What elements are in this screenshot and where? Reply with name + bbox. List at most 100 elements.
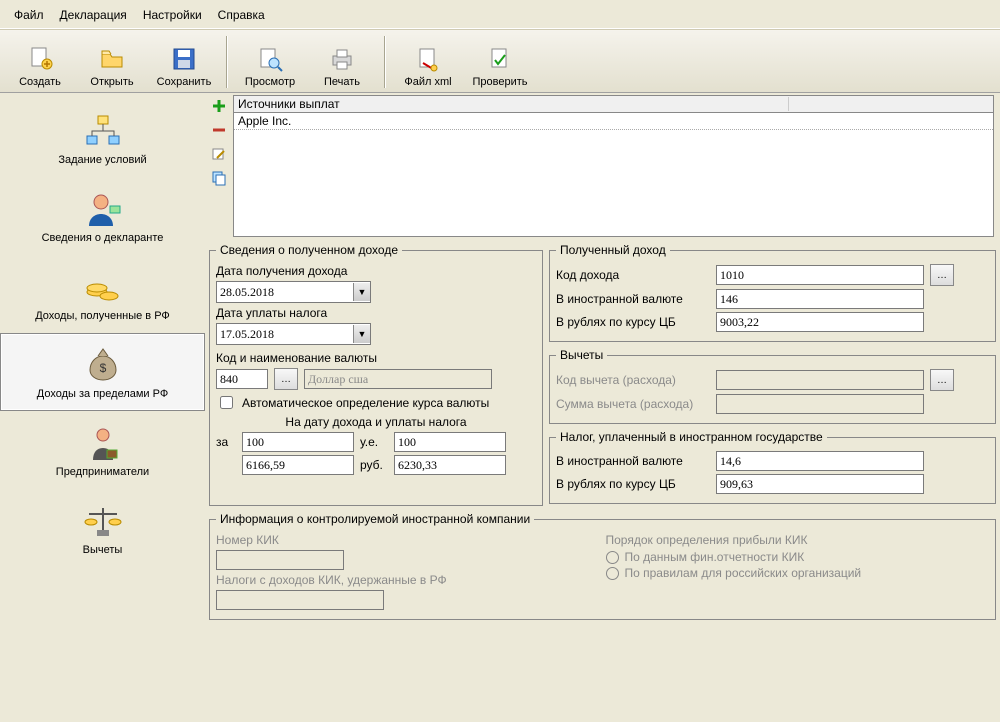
kik-tax-label: Налоги с доходов КИК, удержанные в РФ [216,573,447,587]
ye-label: у.е. [360,435,388,449]
create-label: Создать [19,76,61,88]
rate1a-input[interactable] [242,432,354,452]
scales-icon [83,496,123,540]
deduct-sum-label: Сумма вычета (расхода) [556,397,710,411]
dropdown-icon[interactable]: ▼ [353,325,370,343]
deductions-legend: Вычеты [556,348,607,362]
copy-source-button[interactable] [210,169,228,187]
kik-order-label: Порядок определения прибыли КИК [606,533,808,547]
sidebar-item-label: Задание условий [58,154,146,166]
income-fx-input[interactable] [716,289,924,309]
sources-header-col2 [788,97,989,111]
dropdown-icon[interactable]: ▼ [353,283,370,301]
remove-source-button[interactable] [210,121,228,139]
add-source-button[interactable] [210,97,228,115]
edit-source-button[interactable] [210,145,228,163]
toolbar: Создать Открыть Сохранить Просмотр [0,29,1000,93]
sidebar-item-conditions[interactable]: Задание условий [0,99,205,177]
filexml-button[interactable]: Файл xml [392,34,464,90]
file-new-icon [25,44,55,74]
kik-num-label: Номер КИК [216,533,279,547]
check-button[interactable]: Проверить [464,34,536,90]
radio-icon [606,567,619,580]
printer-icon [327,44,357,74]
currency-label: Код и наименование валюты [216,351,377,365]
rate2a-input[interactable] [242,455,354,475]
auto-rate-label: Автоматическое определение курса валюты [242,396,489,410]
source-row-0[interactable]: Apple Inc. [234,113,993,130]
ftax-fx-label: В иностранной валюте [556,454,710,468]
ftax-rub-input[interactable] [716,474,924,494]
deduct-code-lookup-button[interactable]: … [930,369,954,391]
za-label: за [216,435,236,449]
menu-bar: Файл Декларация Настройки Справка [0,0,1000,29]
rate2b-input[interactable] [394,455,506,475]
save-button[interactable]: Сохранить [148,34,220,90]
tree-icon [83,106,123,150]
kik-opt2-label: По правилам для российских организаций [625,566,862,580]
date-tax-input[interactable] [217,325,353,343]
currency-code-input[interactable] [216,369,268,389]
currency-lookup-button[interactable]: … [274,368,298,390]
menu-file[interactable]: Файл [8,6,50,24]
businessman-icon [83,418,123,462]
preview-button[interactable]: Просмотр [234,34,306,90]
sidebar-item-declarant[interactable]: Сведения о декларанте [0,177,205,255]
date-tax-label: Дата уплаты налога [216,306,327,320]
sidebar-item-deductions[interactable]: Вычеты [0,489,205,567]
svg-text:$: $ [99,361,106,375]
kik-opt1-label: По данным фин.отчетности КИК [625,550,805,564]
rate-header-label: На дату дохода и уплаты налога [285,415,466,429]
menu-help[interactable]: Справка [212,6,271,24]
coins-icon [83,262,123,306]
check-label: Проверить [472,76,527,88]
sources-grid[interactable]: Источники выплат Apple Inc. [233,95,994,237]
date-recv-combo[interactable]: ▼ [216,281,371,303]
foreign-tax-legend: Налог, уплаченный в иностранном государс… [556,430,827,444]
date-tax-combo[interactable]: ▼ [216,323,371,345]
sidebar-item-label: Предприниматели [56,466,149,478]
deduct-code-label: Код вычета (расхода) [556,373,710,387]
money-bag-icon: $ [83,340,123,384]
sidebar-item-entrepreneurs[interactable]: Предприниматели [0,411,205,489]
auto-rate-checkbox[interactable] [220,396,233,409]
kik-num-input [216,550,344,570]
income-rub-input[interactable] [716,312,924,332]
preview-icon [255,44,285,74]
sidebar-item-label: Сведения о декларанте [42,232,164,244]
menu-declaration[interactable]: Декларация [54,6,133,24]
kik-tax-input [216,590,384,610]
income-code-input[interactable] [716,265,924,285]
date-recv-label: Дата получения дохода [216,264,347,278]
sidebar-item-income-foreign[interactable]: $ Доходы за пределами РФ [0,333,205,411]
sidebar: Задание условий Сведения о декларанте До… [0,93,205,722]
income-info-fieldset: Сведения о полученном доходе Дата получе… [209,243,543,506]
print-label: Печать [324,76,360,88]
create-button[interactable]: Создать [4,34,76,90]
rate1b-input[interactable] [394,432,506,452]
kik-opt1-radio[interactable]: По данным фин.отчетности КИК [606,550,990,564]
income-code-label: Код дохода [556,268,710,282]
check-doc-icon [485,44,515,74]
sources-header: Источники выплат [238,97,788,111]
open-button[interactable]: Открыть [76,34,148,90]
sidebar-item-income-rf[interactable]: Доходы, полученные в РФ [0,255,205,333]
income-fx-label: В иностранной валюте [556,292,710,306]
file-xml-icon [413,44,443,74]
menu-settings[interactable]: Настройки [137,6,208,24]
print-button[interactable]: Печать [306,34,378,90]
income-rub-label: В рублях по курсу ЦБ [556,315,710,329]
save-label: Сохранить [157,76,212,88]
date-recv-input[interactable] [217,283,353,301]
kik-fieldset: Информация о контролируемой иностранной … [209,512,996,620]
ftax-fx-input[interactable] [716,451,924,471]
sidebar-item-label: Вычеты [83,544,123,556]
kik-legend: Информация о контролируемой иностранной … [216,512,534,526]
kik-opt2-radio[interactable]: По правилам для российских организаций [606,566,990,580]
sidebar-item-label: Доходы за пределами РФ [37,388,168,400]
ftax-rub-label: В рублях по курсу ЦБ [556,477,710,491]
person-icon [83,184,123,228]
filexml-label: Файл xml [404,76,451,88]
income-code-lookup-button[interactable]: … [930,264,954,286]
radio-icon [606,551,619,564]
